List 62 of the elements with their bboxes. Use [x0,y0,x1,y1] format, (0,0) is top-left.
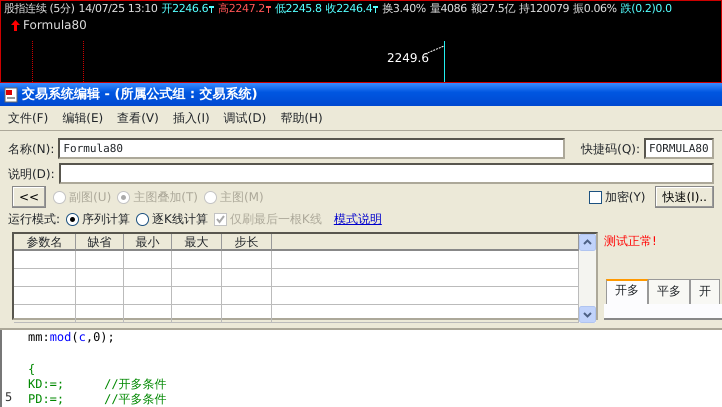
quote-value: 14/07/25 13:10 [78,1,158,17]
checkbox-label: 加密(Y) [604,189,646,206]
quote-value: 振0.06% [573,1,617,17]
code-line: KD:=; //开多条件 [28,377,167,391]
price-label: 2249.6 [387,50,429,67]
column-header[interactable]: 最大 [172,234,222,251]
code-line: PD:=; //平多条件 [28,392,167,406]
quote-value: 额27.5亿 [470,1,515,17]
radio-button[interactable] [66,212,80,226]
scroll-down-icon[interactable] [579,306,596,323]
radio-label: 主图(M) [220,189,264,206]
document-icon [4,86,18,103]
quote-value: 收2246.4 [326,1,372,17]
quote-value: 高2247.2 [218,1,265,17]
quote-value: 低2245.8 [274,1,322,17]
name-field[interactable]: Formula80 [58,138,566,159]
code-line: mm:mod(c,0); [28,330,115,344]
menu-item[interactable]: 调试(D) [224,109,266,127]
up-arrow-icon [11,20,20,30]
menu-item[interactable]: 查看(V) [117,109,159,127]
menu-item[interactable]: 文件(F) [8,109,48,127]
quote-value: 跌(0.2)0.0 [620,1,672,17]
indicator-name: Formula80 [23,17,87,33]
column-header[interactable]: 最小 [124,234,172,251]
quote-value: 量4086 [430,1,467,17]
signal-tab[interactable]: 平多 [648,279,690,304]
window-title: 交易系统编辑 - (所属公式组 : 交易系统) [22,86,258,104]
collapse-button[interactable]: << [12,186,46,208]
menu-item[interactable]: 帮助(H) [280,109,323,127]
code-editor[interactable]: 5 mm:mod(c,0); { KD:=; //开多条件 PD:=; //平多条件 [0,328,722,407]
radio-label: 序列计算 [82,211,130,228]
column-header[interactable]: 参数名 [14,234,76,251]
quote-value: 股指连续 (5分) [4,1,74,17]
field-label: 名称(N): [8,140,54,158]
price-line [444,41,445,82]
menu-item[interactable]: 编辑(E) [62,109,104,127]
code-line: { [28,362,36,376]
description-field[interactable] [58,163,714,184]
radio-label: 副图(U) [69,189,112,206]
field-label: 运行模式: [8,211,60,228]
field-label: 说明(D): [8,166,55,182]
checkbox[interactable] [588,190,602,204]
column-header[interactable]: 缺省 [76,234,124,251]
signal-tab[interactable]: 开 [690,279,720,304]
scroll-up-icon[interactable] [579,234,596,251]
quick-button[interactable]: 快速(I).. [655,186,714,208]
help-link[interactable]: 模式说明 [334,210,382,228]
quote-value: 换3.40% [382,1,426,17]
test-status-text: 测试正常! [604,233,658,250]
checkbox-label: 仅刷最后一根K线 [230,211,322,228]
signal-tab[interactable]: 开多 [606,279,648,304]
field-label: 快捷码(Q): [581,140,640,158]
line-number: 5 [5,390,12,404]
quote-value: 持120079 [518,1,570,17]
column-header[interactable]: 步长 [222,234,272,251]
radio-button[interactable] [136,212,150,226]
menu-item[interactable]: 插入(I) [172,109,210,127]
vertical-scrollbar[interactable] [579,234,596,323]
radio-label: 逐K线计算 [152,211,208,228]
radio-label: 主图叠加(T) [133,189,198,206]
shortcut-field[interactable]: FORMULA80 [644,138,714,159]
quote-value: 开2246.6 [162,1,208,17]
